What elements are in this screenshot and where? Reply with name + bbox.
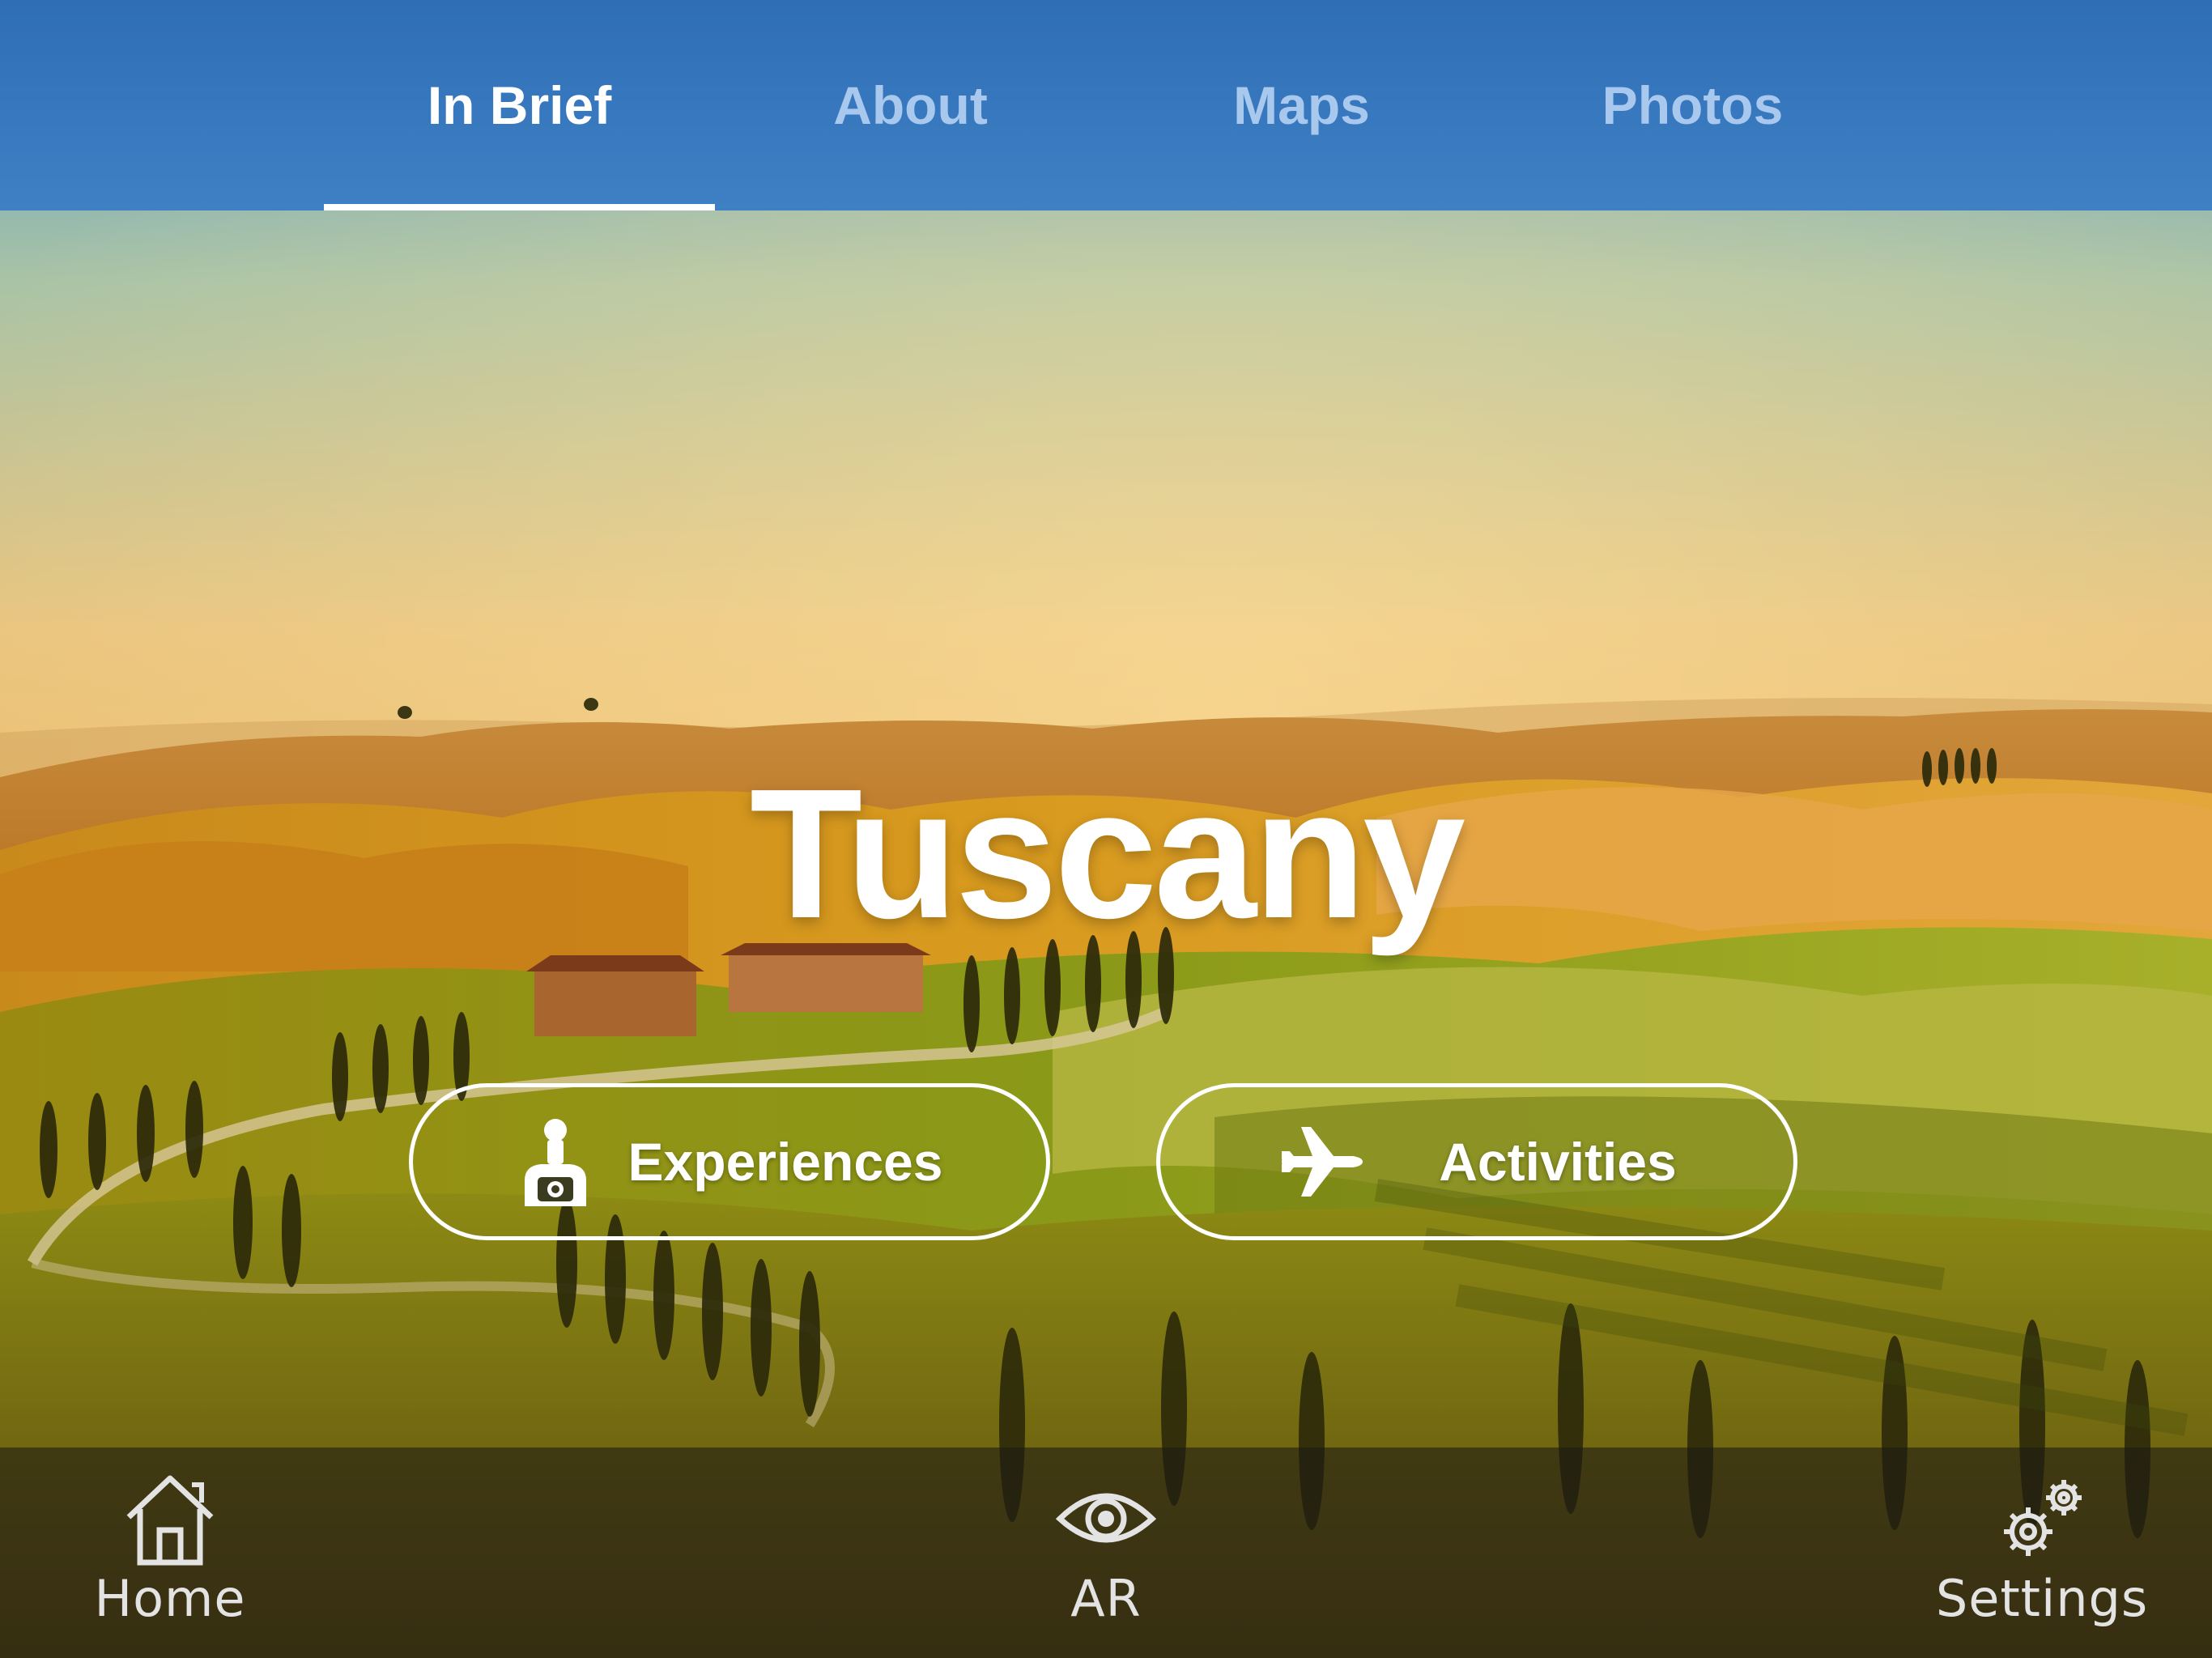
gears-icon (2004, 1480, 2082, 1556)
experiences-button[interactable]: Experiences (409, 1083, 1050, 1240)
tab-about[interactable]: About (715, 0, 1106, 210)
tab-label: Photos (1602, 75, 1784, 135)
home-icon (126, 1475, 214, 1566)
nav-item-ar[interactable]: AR (976, 1448, 1236, 1658)
activities-button[interactable]: Activities (1156, 1083, 1797, 1240)
tab-photos[interactable]: Photos (1497, 0, 1888, 210)
nav-label-settings: Settings (1935, 1569, 2149, 1628)
nav-item-settings[interactable]: Settings (1912, 1448, 2172, 1658)
nav-label-home: Home (94, 1569, 246, 1628)
experiences-label: Experiences (627, 1132, 943, 1192)
tab-label: About (833, 75, 988, 135)
photographer-icon (524, 1119, 586, 1206)
page-title: Tuscany (749, 751, 1465, 957)
eye-icon (1055, 1493, 1157, 1543)
tab-label: Maps (1233, 75, 1370, 135)
tab-maps[interactable]: Maps (1106, 0, 1497, 210)
active-tab-indicator (324, 204, 715, 210)
nav-item-home[interactable]: Home (40, 1448, 300, 1658)
airplane-icon (1282, 1127, 1363, 1197)
nav-label-ar: AR (1070, 1569, 1142, 1628)
tab-label: In Brief (427, 75, 612, 135)
tab-in-brief[interactable]: In Brief (324, 0, 715, 210)
bottom-nav-bar: Home AR Settings (0, 1448, 2212, 1658)
top-tab-bar: In Brief About Maps Photos (0, 0, 2212, 210)
activities-label: Activities (1439, 1132, 1677, 1192)
